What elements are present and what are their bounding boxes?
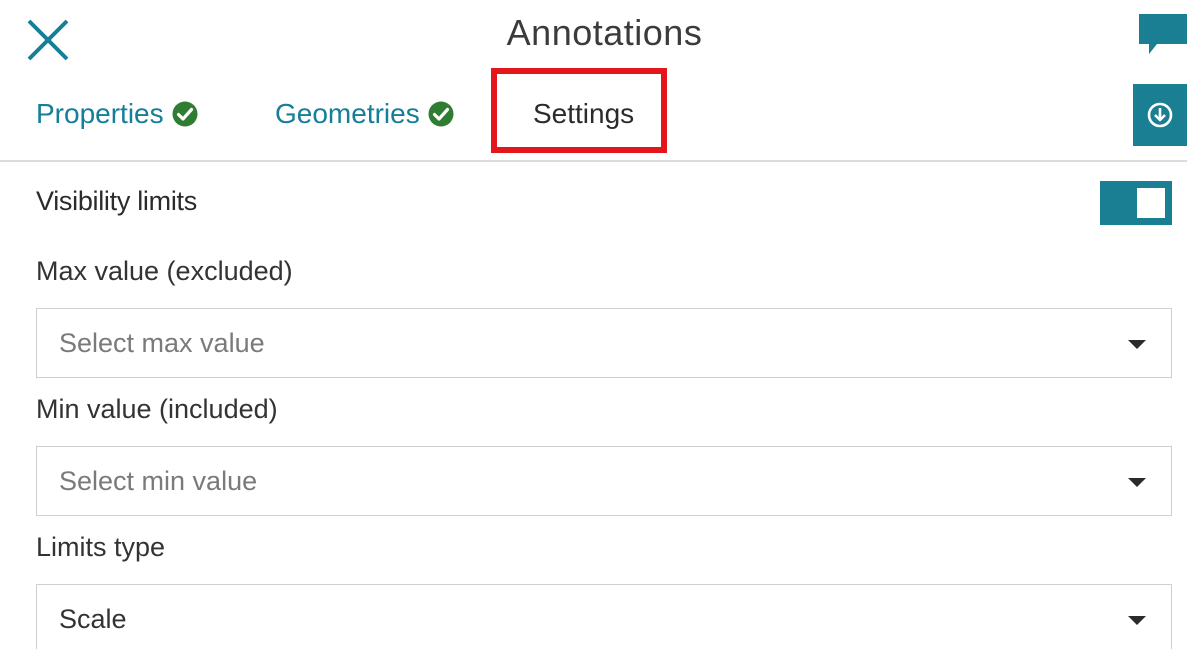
caret-down-icon (1128, 478, 1146, 487)
tab-geometries-label: Geometries (275, 98, 420, 129)
visibility-limits-toggle[interactable] (1100, 181, 1172, 225)
tab-properties[interactable]: Properties (36, 98, 198, 130)
min-value-select[interactable]: Select min value (36, 446, 1172, 516)
annotations-panel: Annotations Properties Geometries Settin… (0, 0, 1187, 649)
tab-settings-label: Settings (533, 98, 635, 129)
visibility-limits-label: Visibility limits (36, 186, 197, 216)
toggle-knob (1137, 188, 1165, 218)
max-value-select[interactable]: Select max value (36, 308, 1172, 378)
check-circle-icon (172, 101, 198, 127)
check-circle-icon (428, 101, 454, 127)
download-circle-icon (1147, 102, 1173, 128)
max-value-label: Max value (excluded) (36, 256, 293, 286)
tab-settings[interactable]: Settings (533, 98, 634, 130)
tab-properties-label: Properties (36, 98, 164, 129)
comment-button[interactable] (1139, 14, 1187, 58)
tab-bar: Properties Geometries Settings (0, 68, 1187, 162)
limits-type-value: Scale (59, 604, 127, 634)
caret-down-icon (1128, 616, 1146, 625)
panel-title: Annotations (506, 12, 703, 53)
download-button[interactable] (1133, 84, 1187, 146)
min-value-placeholder: Select min value (59, 466, 258, 496)
min-value-label: Min value (included) (36, 394, 278, 424)
max-value-placeholder: Select max value (59, 328, 265, 358)
tab-geometries[interactable]: Geometries (275, 98, 454, 130)
limits-type-select[interactable]: Scale (36, 584, 1172, 649)
caret-down-icon (1128, 340, 1146, 349)
comment-icon (1139, 14, 1187, 54)
limits-type-label: Limits type (36, 532, 166, 562)
